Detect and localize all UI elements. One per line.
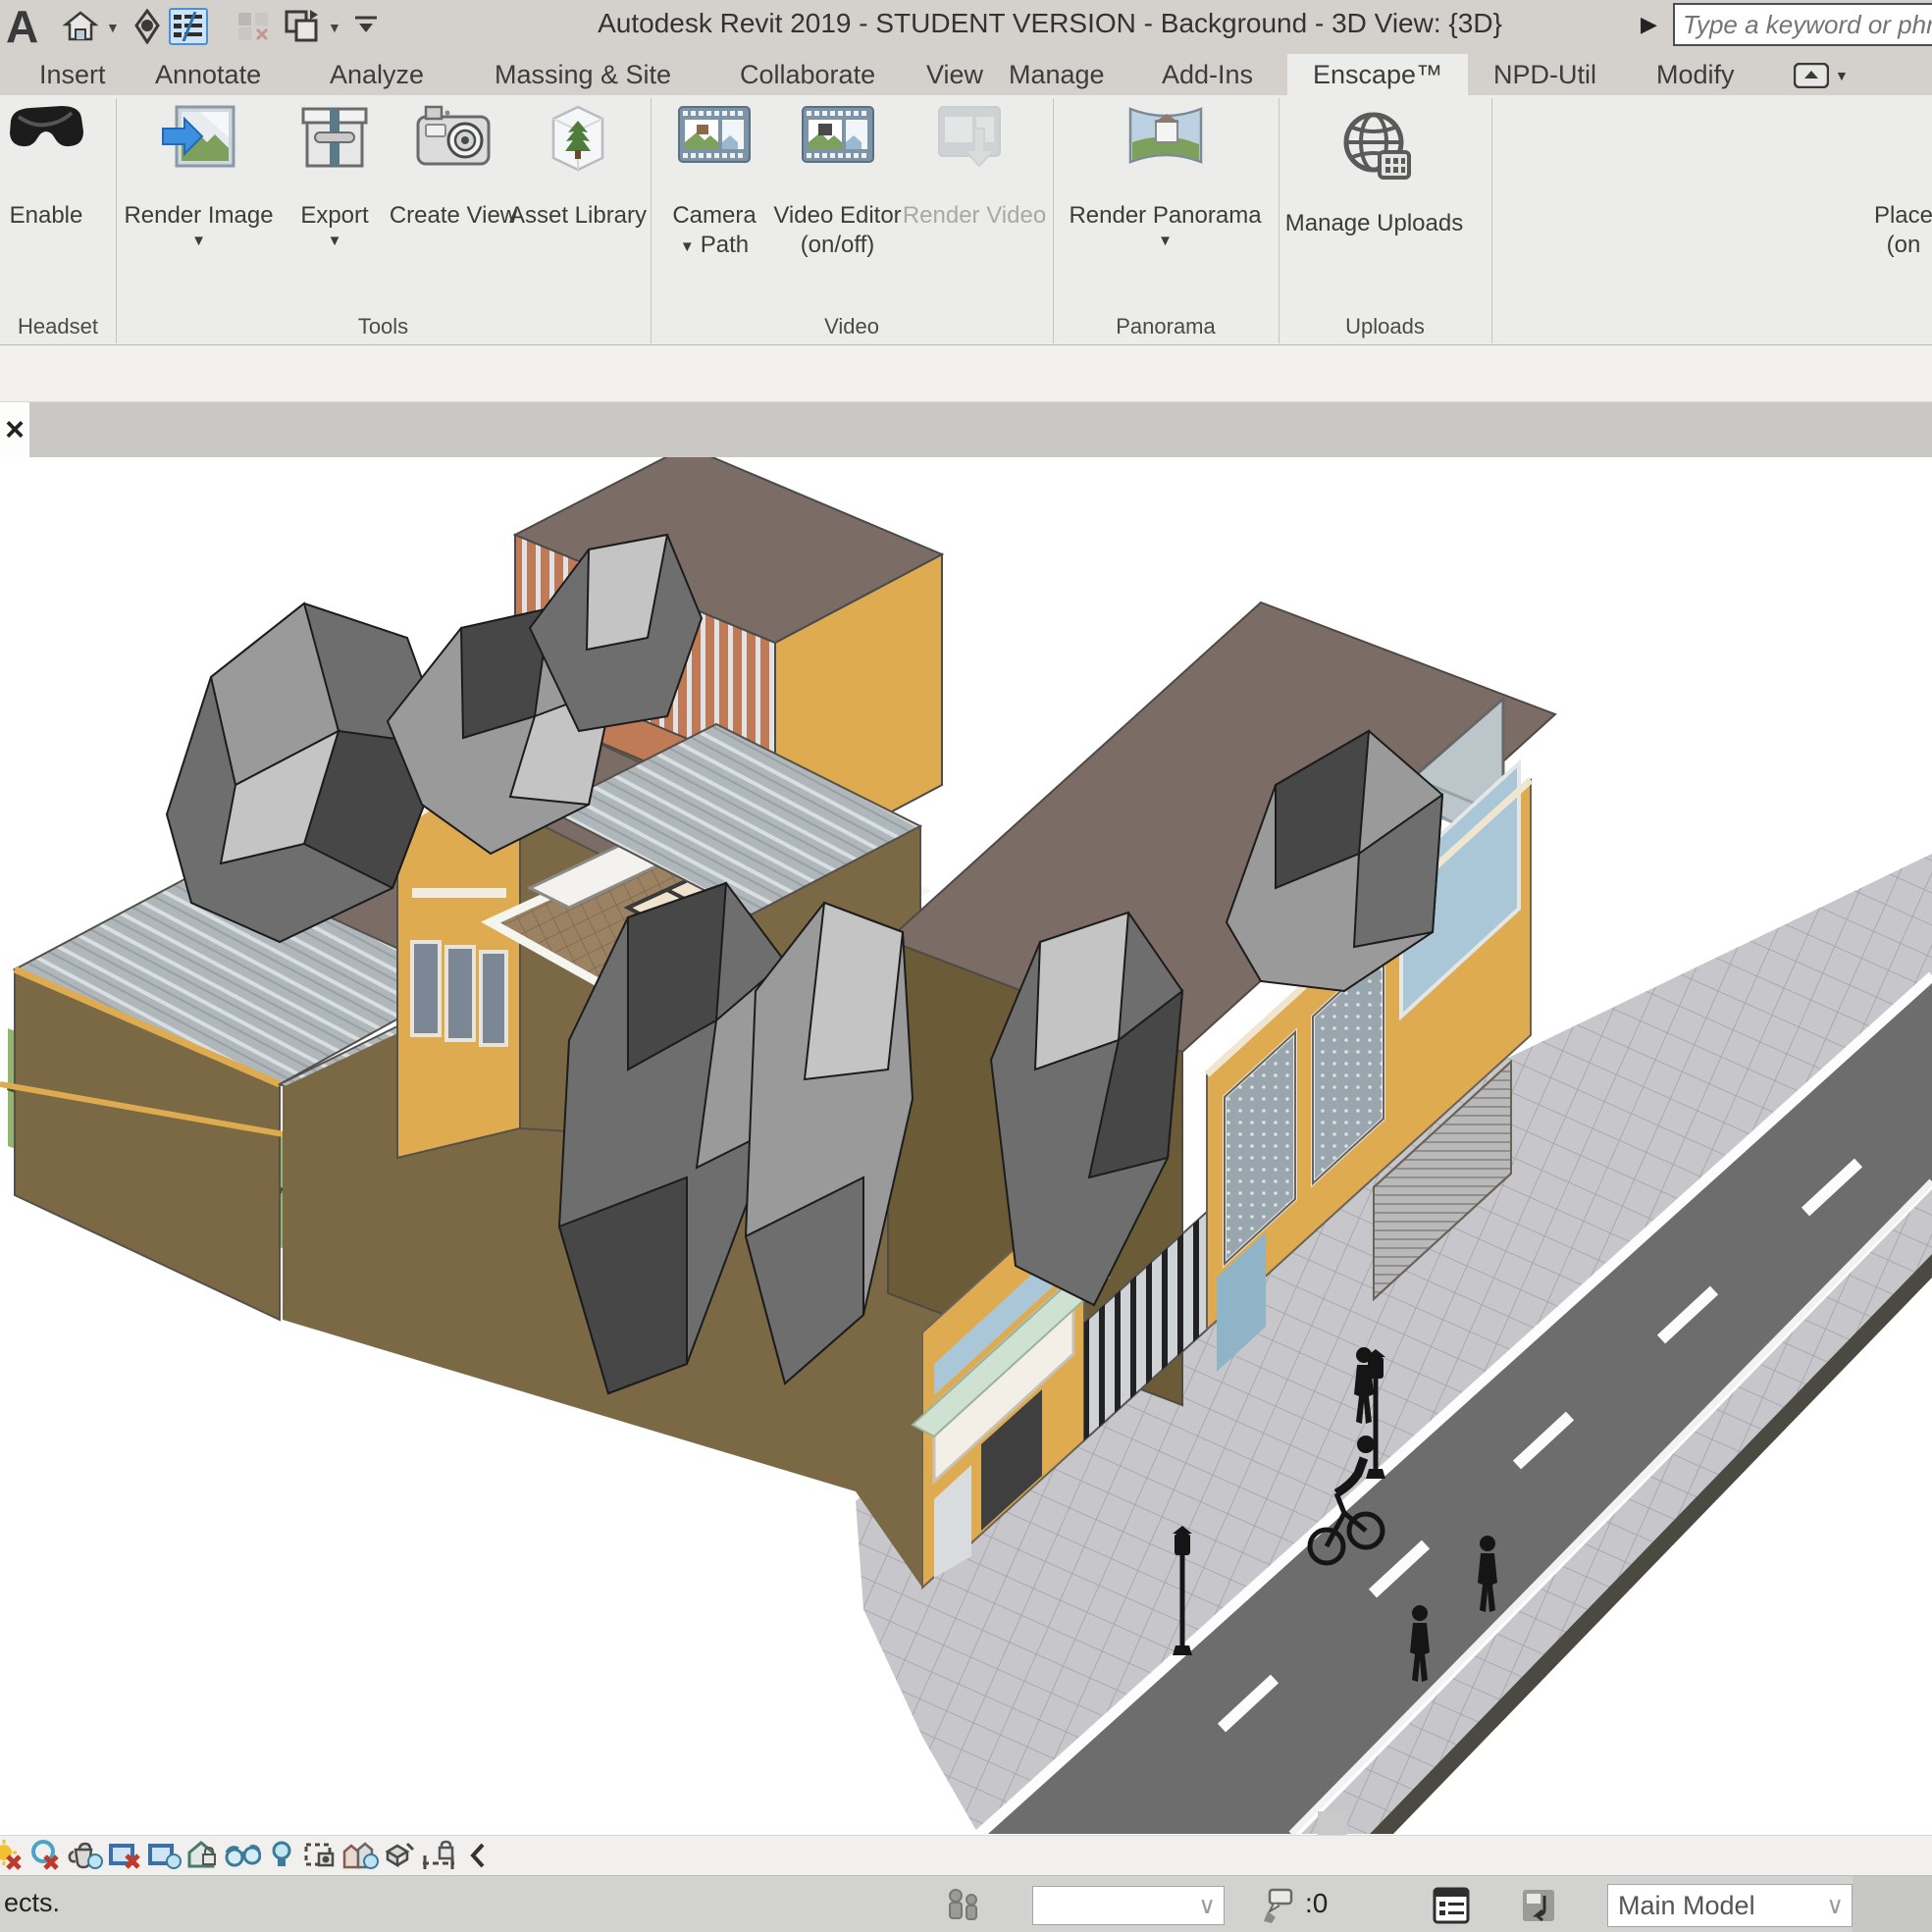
export-caret-icon[interactable]: ▼ — [328, 233, 342, 249]
view-tab-bar: × — [0, 402, 1932, 457]
editing-requests-count: :0 — [1305, 1888, 1328, 1919]
tab-collaborate[interactable]: Collaborate — [734, 54, 881, 95]
render-off-icon[interactable] — [27, 1838, 65, 1873]
show-crop-icon[interactable] — [145, 1838, 183, 1873]
globe-icon — [1336, 111, 1413, 182]
panorama-icon — [1126, 103, 1205, 174]
switch-windows-caret-icon[interactable]: ▼ — [328, 20, 341, 35]
export-box-icon — [299, 103, 370, 174]
worksets-icon[interactable] — [942, 1886, 985, 1925]
search-placeholder: Type a keyword or phras — [1675, 10, 1932, 40]
tab-manage[interactable]: Manage — [1003, 54, 1111, 95]
shadows-off-icon[interactable] — [0, 1838, 26, 1873]
export-button[interactable]: Export ▼ — [281, 103, 389, 249]
render-image-button[interactable]: Render Image ▼ — [118, 103, 280, 249]
active-workset-select[interactable]: ∨ — [1032, 1886, 1225, 1925]
render-image-icon — [161, 103, 237, 174]
vr-headset-icon — [5, 103, 87, 174]
view-control-bar — [0, 1835, 1932, 1876]
asset-tree-icon — [544, 103, 612, 174]
save-orientation-icon[interactable] — [302, 1838, 339, 1873]
video-editor-button[interactable]: Video Editor (on/off) — [771, 103, 904, 260]
tab-massing-site[interactable]: Massing & Site — [489, 54, 677, 95]
manage-uploads-button[interactable]: Manage Uploads — [1283, 111, 1465, 238]
tab-analyze[interactable]: Analyze — [324, 54, 430, 95]
panel-divider — [1053, 98, 1054, 343]
highlight-sets-icon[interactable] — [341, 1838, 379, 1873]
tab-modify[interactable]: Modify — [1650, 54, 1741, 95]
panel-panorama[interactable]: Panorama — [1053, 314, 1279, 339]
tab-view[interactable]: View — [920, 54, 989, 95]
home-icon[interactable] — [61, 8, 100, 45]
options-bar — [0, 345, 1932, 402]
scrollbar-thumb[interactable] — [1318, 1811, 1347, 1835]
revit-window: A ▼ ▼ Autodesk Revit 2019 - STUDENT VERS… — [0, 0, 1932, 1932]
title-bar: A ▼ ▼ Autodesk Revit 2019 - STUDENT VERS… — [0, 0, 1932, 54]
revit-logo[interactable]: A — [6, 2, 38, 51]
panel-divider — [1491, 98, 1492, 343]
camera-path-caret-icon[interactable]: ▼ — [680, 238, 695, 255]
design-option-select[interactable]: Main Model ∨ — [1607, 1884, 1853, 1927]
displace-elements-icon[interactable] — [381, 1838, 418, 1873]
visual-style-icon[interactable] — [67, 1838, 104, 1873]
enable-headset-button[interactable]: Enable — [0, 103, 110, 231]
status-bar: ects. ∨ :0 Main Model ∨ — [0, 1876, 1932, 1932]
camera-icon — [414, 103, 493, 174]
ribbon-tab-row: Insert Annotate Analyze Massing & Site C… — [0, 54, 1932, 95]
schedule-icon[interactable] — [169, 8, 208, 45]
render-panorama-button[interactable]: Render Panorama ▼ — [1074, 103, 1256, 249]
video-editor-icon — [801, 103, 875, 174]
panel-video[interactable]: Video — [651, 314, 1053, 339]
ribbon-enscape-panel: Enable Render Image ▼ Export ▼ Create Vi… — [0, 95, 1932, 312]
camera-path-button[interactable]: Camera ▼Path — [659, 103, 769, 260]
create-view-button[interactable]: Create View — [385, 103, 522, 231]
customize-toolbar-icon[interactable] — [351, 12, 381, 42]
chevron-down-icon: ∨ — [1198, 1892, 1224, 1920]
tab-npd-util[interactable]: NPD-Util — [1488, 54, 1602, 95]
tab-insert[interactable]: Insert — [33, 54, 112, 95]
filmstrip-icon — [677, 103, 752, 174]
sync-disabled-icon — [234, 8, 273, 45]
panel-divider — [651, 98, 652, 343]
switch-windows-icon[interactable] — [283, 8, 322, 45]
reveal-hidden-icon[interactable] — [263, 1838, 300, 1873]
ribbon-panel-labels: Headset Tools Video Panorama Uploads — [0, 312, 1932, 345]
tab-annotate[interactable]: Annotate — [149, 54, 267, 95]
crop-off-icon[interactable] — [106, 1838, 143, 1873]
panel-tools[interactable]: Tools — [116, 314, 651, 339]
home-caret-icon[interactable]: ▼ — [106, 20, 120, 35]
view-tab-3d[interactable]: × — [0, 402, 29, 457]
close-view-icon[interactable]: × — [5, 415, 25, 444]
render-video-disabled-icon — [937, 103, 1012, 174]
asset-library-button[interactable]: Asset Library — [504, 103, 652, 231]
render-image-caret-icon[interactable]: ▼ — [191, 233, 206, 249]
chevron-down-icon: ∨ — [1826, 1892, 1852, 1920]
help-search-input[interactable]: Type a keyword or phras — [1673, 3, 1932, 46]
locked-orientation-icon[interactable] — [184, 1838, 222, 1873]
render-video-button: Render Video — [901, 103, 1048, 231]
panel-divider — [116, 98, 117, 343]
location-icon[interactable] — [128, 8, 167, 45]
search-expand-icon[interactable]: ▶ — [1641, 12, 1657, 37]
status-bar-right-pane — [1853, 1876, 1932, 1932]
panel-uploads[interactable]: Uploads — [1279, 314, 1491, 339]
ribbon-display-toggle[interactable]: ▼ — [1794, 62, 1853, 89]
editing-requests-icon[interactable] — [1258, 1886, 1297, 1925]
window-title: Autodesk Revit 2019 - STUDENT VERSION - … — [530, 8, 1570, 39]
collapse-icon[interactable] — [459, 1838, 496, 1873]
place-button[interactable]: Place (on — [1845, 103, 1932, 260]
3d-viewport[interactable] — [0, 457, 1932, 1835]
panel-headset[interactable]: Headset — [0, 314, 116, 339]
tab-enscape[interactable]: Enscape™ — [1287, 54, 1468, 95]
3d-model-canvas[interactable] — [0, 457, 1932, 1835]
render-panorama-caret-icon[interactable]: ▼ — [1158, 233, 1173, 249]
reveal-constraints-icon[interactable] — [420, 1838, 457, 1873]
exclude-options-icon[interactable] — [1519, 1886, 1564, 1925]
status-message: ects. — [4, 1888, 60, 1918]
temporary-hide-icon[interactable] — [224, 1838, 261, 1873]
design-options-list-icon[interactable] — [1431, 1886, 1472, 1925]
tab-add-ins[interactable]: Add-Ins — [1156, 54, 1259, 95]
